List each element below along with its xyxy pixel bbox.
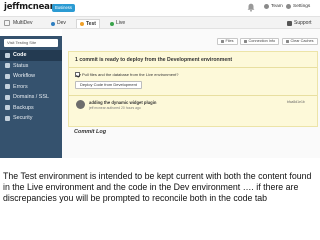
backup-icon: [5, 105, 10, 111]
deploy-panel: 1 commit is ready to deploy from the Dev…: [68, 51, 318, 127]
files-button[interactable]: Files: [217, 38, 238, 45]
team-link[interactable]: Team: [264, 4, 283, 9]
sidebar-item-domains[interactable]: Domains / SSL: [0, 92, 62, 103]
team-icon: [264, 4, 269, 9]
status-icon: [5, 63, 10, 69]
connection-info-label: Connection Info: [248, 39, 276, 43]
connection-info-button[interactable]: Connection Info: [240, 38, 280, 45]
support-link[interactable]: Support: [287, 20, 312, 26]
live-dot-icon: [110, 21, 114, 26]
tab-live-label: Live: [116, 20, 126, 26]
lock-icon: [5, 115, 10, 121]
avatar: [76, 100, 85, 109]
slide-caption: The Test environment is intended to be k…: [3, 171, 312, 203]
sidebar-item-status[interactable]: Status: [0, 61, 62, 72]
sidebar-item-label: Errors: [13, 83, 28, 90]
tab-dev-label: Dev: [57, 20, 66, 26]
divider: [69, 95, 317, 96]
sidebar-item-label: Domains / SSL: [13, 94, 49, 101]
commit-meta: jeff mcnear authored 20 hours ago: [89, 106, 141, 110]
sidebar-item-security[interactable]: Security: [0, 113, 62, 124]
sidebar-item-label: Code: [13, 52, 27, 59]
sidebar-item-code[interactable]: Code: [0, 50, 62, 61]
sidebar-nav: Code Status Workflow Errors Domains / SS…: [0, 50, 62, 124]
files-icon: [221, 40, 224, 43]
commit-log-heading: Commit Log: [74, 129, 107, 135]
dev-dot-icon: [51, 21, 55, 26]
bell-icon[interactable]: [247, 3, 255, 12]
connection-icon: [244, 40, 247, 43]
clear-caches-label: Clear Caches: [290, 39, 314, 43]
workflow-icon: [5, 73, 10, 79]
code-icon: [5, 52, 10, 58]
deploy-code-button[interactable]: Deploy Code from Development: [75, 81, 142, 89]
pull-content-checkbox[interactable]: [75, 72, 80, 77]
divider: [69, 67, 317, 68]
files-button-label: Files: [225, 39, 234, 43]
pull-content-label: Pull files and the database from the Liv…: [82, 72, 179, 77]
sidebar-item-label: Backups: [13, 104, 34, 111]
settings-link-label: Settings: [293, 4, 311, 9]
sidebar-item-errors[interactable]: Errors: [0, 82, 62, 93]
plan-badge: Business: [52, 4, 75, 12]
support-icon: [287, 20, 292, 26]
main-content: Files Connection Info Clear Caches 1 com…: [62, 29, 320, 158]
tab-test-label: Test: [86, 20, 96, 27]
sidebar-item-label: Security: [13, 115, 33, 122]
gear-icon: [286, 4, 291, 9]
site-name: MultiDev: [13, 20, 33, 26]
sidebar-item-workflow[interactable]: Workflow: [0, 71, 62, 82]
site-icon: [4, 20, 10, 26]
commit-message: adding the dynamic widget plugin: [89, 100, 157, 105]
sidebar-item-label: Workflow: [13, 73, 36, 80]
settings-link[interactable]: Settings: [286, 4, 310, 9]
app-logo[interactable]: jeffmcnear: [4, 2, 54, 12]
sidebar: Visit Testing Site Code Status Workflow …: [0, 36, 62, 158]
sidebar-item-label: Status: [13, 62, 29, 69]
clear-caches-button[interactable]: Clear Caches: [282, 38, 318, 45]
site-switcher[interactable]: MultiDev: [4, 20, 32, 26]
refresh-icon: [286, 40, 289, 43]
visit-site-button[interactable]: Visit Testing Site: [4, 39, 58, 47]
deploy-panel-title: 1 commit is ready to deploy from the Dev…: [75, 57, 233, 63]
test-dot-icon: [80, 22, 84, 26]
globe-icon: [5, 94, 10, 100]
errors-icon: [5, 84, 10, 90]
tab-live[interactable]: Live: [107, 19, 128, 28]
tab-test[interactable]: Test: [76, 19, 100, 28]
commit-hash[interactable]: bfca5d1e1b: [287, 100, 305, 104]
tab-dev[interactable]: Dev: [48, 19, 69, 28]
sidebar-item-backups[interactable]: Backups: [0, 103, 62, 114]
support-label: Support: [294, 20, 312, 26]
environment-bar: MultiDev Dev Test Live Support: [0, 16, 320, 29]
pull-content-option[interactable]: Pull files and the database from the Liv…: [75, 72, 179, 77]
top-bar: jeffmcnear Business Team Settings: [0, 0, 320, 16]
team-link-label: Team: [271, 4, 283, 9]
